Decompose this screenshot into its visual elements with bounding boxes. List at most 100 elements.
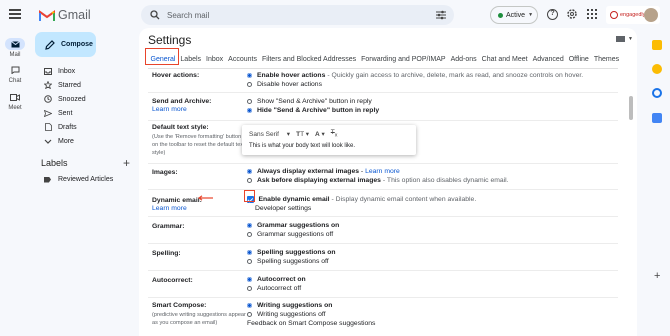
chevron-down-icon[interactable]: ▼	[628, 36, 633, 42]
learn-more-link[interactable]: Learn more	[152, 106, 248, 114]
search-input[interactable]: Search mail	[167, 11, 209, 20]
radio-selected[interactable]	[247, 223, 252, 228]
nav-item-more[interactable]: More	[30, 134, 135, 148]
contacts-icon[interactable]	[652, 113, 662, 123]
status-dropdown[interactable]: Active ▼	[490, 6, 538, 24]
chat-icon	[5, 64, 25, 76]
tab-forwarding[interactable]: Forwarding and POP/IMAP	[359, 53, 448, 66]
search-options-icon[interactable]	[436, 10, 446, 20]
tab-addons[interactable]: Add-ons	[448, 53, 479, 66]
setting-label: Smart Compose:	[152, 302, 207, 309]
setting-label: Dynamic email:	[152, 197, 202, 204]
rail-mail[interactable]: Mail	[0, 38, 30, 58]
folder-nav: Inbox Starred Snoozed Sent Drafts More	[30, 64, 135, 148]
autocorrect-on-option[interactable]: Autocorrect on	[247, 276, 306, 283]
images-always-option[interactable]: Always display external images - Learn m…	[247, 168, 400, 175]
gmail-logo[interactable]: Gmail	[39, 6, 91, 24]
label-item[interactable]: Reviewed Articles	[44, 176, 113, 183]
hover-enable-option[interactable]: Enable hover actions - Quickly gain acces…	[247, 72, 583, 79]
calendar-icon[interactable]	[652, 40, 662, 50]
radio-unselected[interactable]	[247, 232, 252, 237]
radio-unselected[interactable]	[247, 259, 252, 264]
rail-meet[interactable]: Meet	[0, 91, 30, 111]
tab-advanced[interactable]: Advanced	[530, 53, 566, 66]
learn-more-link[interactable]: Learn more	[152, 205, 248, 213]
tab-offline[interactable]: Offline	[566, 53, 591, 66]
smart-compose-hint: (predictive writing suggestions appear a…	[152, 312, 246, 327]
tab-filters[interactable]: Filters and Blocked Addresses	[259, 53, 358, 66]
tab-chat-meet[interactable]: Chat and Meet	[479, 53, 530, 66]
setting-spelling: Spelling: Spelling suggestions on Spelli…	[148, 243, 618, 270]
spelling-on-option[interactable]: Spelling suggestions on	[247, 249, 336, 256]
spelling-off-option[interactable]: Spelling suggestions off	[247, 258, 329, 265]
tab-inbox[interactable]: Inbox	[204, 53, 226, 66]
radio-selected[interactable]	[247, 303, 252, 308]
account-button[interactable]: engagedly	[606, 6, 660, 24]
gear-icon[interactable]	[566, 8, 578, 20]
search-icon[interactable]	[150, 10, 160, 20]
tab-accounts[interactable]: Accounts	[226, 53, 260, 66]
help-icon[interactable]: ?	[547, 9, 558, 20]
radio-selected[interactable]	[247, 277, 252, 282]
nav-item-label: More	[58, 137, 74, 145]
add-label-icon[interactable]: +	[123, 156, 130, 170]
nav-item-inbox[interactable]: Inbox	[30, 64, 135, 78]
text-color-icon[interactable]: A ▾	[315, 130, 325, 138]
radio-selected[interactable]	[247, 108, 252, 113]
add-app-icon[interactable]: +	[654, 270, 660, 282]
setting-label: Images:	[152, 169, 178, 176]
smart-compose-off-option[interactable]: Writing suggestions off	[247, 311, 326, 318]
page-title: Settings	[148, 33, 192, 47]
rail-meet-label: Meet	[8, 105, 22, 111]
radio-selected[interactable]	[247, 250, 252, 255]
tasks-icon[interactable]	[652, 88, 662, 98]
dynamic-email-option[interactable]: Enable dynamic email - Display dynamic em…	[247, 196, 476, 203]
send-archive-show-option[interactable]: Show "Send & Archive" button in reply	[247, 98, 372, 105]
setting-smart-compose: Smart Compose: (predictive writing sugge…	[148, 297, 618, 336]
radio-unselected[interactable]	[247, 286, 252, 291]
remove-formatting-icon[interactable]: Tx	[331, 129, 338, 138]
smart-compose-feedback-link[interactable]: Feedback on Smart Compose suggestions	[247, 320, 375, 327]
send-archive-hide-option[interactable]: Hide "Send & Archive" button in reply	[247, 107, 379, 114]
smart-compose-on-option[interactable]: Writing suggestions on	[247, 302, 332, 309]
developer-settings-link[interactable]: Developer settings	[255, 205, 311, 212]
setting-label: Send and Archive:	[152, 98, 212, 105]
apps-grid-icon[interactable]	[587, 9, 597, 19]
nav-item-sent[interactable]: Sent	[30, 106, 135, 120]
font-family-dropdown[interactable]: Sans Serif ▾	[249, 130, 290, 138]
radio-selected[interactable]	[247, 169, 252, 174]
grammar-on-option[interactable]: Grammar suggestions on	[247, 222, 339, 229]
radio-unselected[interactable]	[247, 312, 252, 317]
text-style-editor[interactable]: Sans Serif ▾ TT ▾ A ▾ Tx This is what yo…	[242, 125, 416, 155]
radio-unselected[interactable]	[247, 82, 252, 87]
chevron-down-icon: ▼	[528, 12, 534, 18]
setting-hover-actions: Hover actions: Enable hover actions - Qui…	[148, 69, 618, 90]
autocorrect-off-option[interactable]: Autocorrect off	[247, 285, 301, 292]
nav-item-starred[interactable]: Starred	[30, 78, 135, 92]
scrollbar[interactable]	[629, 96, 633, 120]
rail-chat[interactable]: Chat	[0, 64, 30, 84]
search-bar[interactable]: Search mail	[141, 5, 454, 25]
font-size-icon[interactable]: TT ▾	[296, 130, 309, 138]
main-menu-icon[interactable]	[9, 9, 21, 19]
tab-themes[interactable]: Themes	[591, 53, 621, 66]
radio-unselected[interactable]	[247, 178, 252, 183]
tab-labels[interactable]: Labels	[178, 53, 204, 66]
nav-item-drafts[interactable]: Drafts	[30, 120, 135, 134]
images-ask-option[interactable]: Ask before displaying external images - T…	[247, 177, 509, 184]
text-style-hint: (Use the 'Remove formatting' button on t…	[152, 134, 245, 157]
hover-disable-option[interactable]: Disable hover actions	[247, 81, 322, 88]
keep-icon[interactable]	[652, 64, 662, 74]
nav-item-snoozed[interactable]: Snoozed	[30, 92, 135, 106]
keyboard-icon[interactable]	[616, 36, 625, 42]
inbox-icon	[44, 67, 52, 75]
chevron-down-icon	[44, 137, 52, 145]
grammar-off-option[interactable]: Grammar suggestions off	[247, 231, 333, 238]
radio-selected[interactable]	[247, 73, 252, 78]
text-style-preview: This is what your body text will look li…	[249, 143, 356, 149]
left-rail: Mail Chat Meet	[0, 0, 30, 336]
labels-heading: Labels	[41, 158, 68, 168]
compose-button[interactable]: Compose	[35, 32, 96, 57]
radio-unselected[interactable]	[247, 99, 252, 104]
learn-more-link[interactable]: Learn more	[365, 168, 400, 175]
